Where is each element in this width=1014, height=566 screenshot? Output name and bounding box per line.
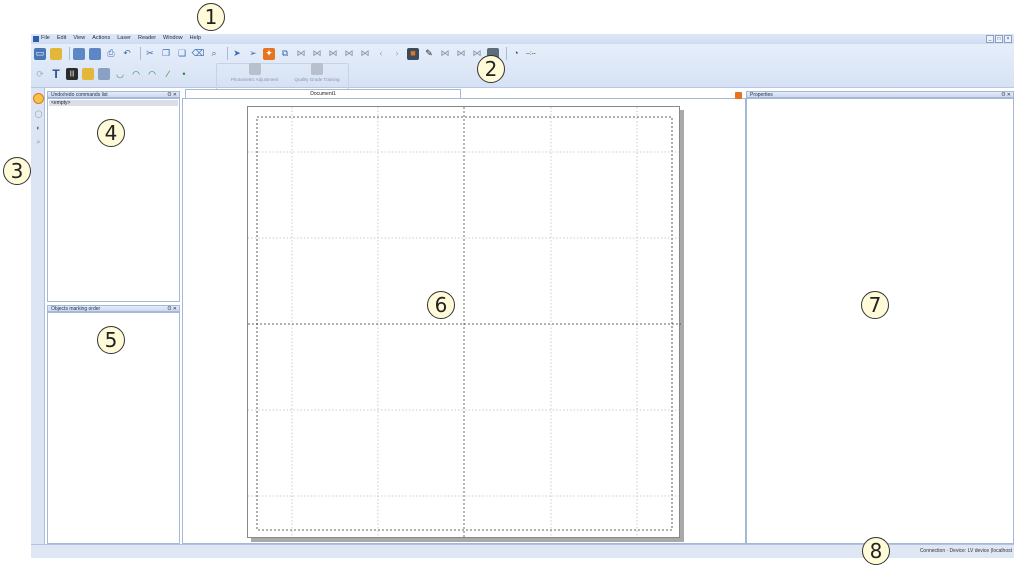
photometric-adjustment-button[interactable]: Photometric Adjustment (222, 63, 287, 87)
properties-panel-header: Properties ʘ ✕ (746, 91, 1014, 98)
callout-8: 8 (862, 537, 890, 565)
toolbar-separator (227, 47, 228, 60)
grid-lines (248, 107, 681, 539)
send-icon[interactable]: ➤ (231, 48, 243, 60)
arc-icon[interactable]: ◡ (114, 68, 126, 80)
callout-1: 1 (197, 3, 225, 31)
print-icon[interactable]: ⎙ (105, 48, 117, 60)
callout-5: 5 (97, 326, 125, 354)
arrange-icon[interactable]: ⋈ (439, 48, 451, 60)
maximize-button[interactable]: □ (995, 35, 1003, 43)
status-text: Connection · Device: LV device (localhos… (919, 548, 1012, 554)
new-icon[interactable]: ▭ (34, 47, 46, 60)
callout-6: 6 (427, 291, 455, 319)
marking-icon[interactable]: ■ (407, 47, 419, 60)
save-as-icon[interactable] (89, 47, 101, 60)
shield-icon[interactable]: ◐ (34, 124, 43, 133)
delete-icon[interactable]: ⌫ (192, 48, 205, 60)
line-icon[interactable]: ∕ (162, 68, 174, 80)
circle-text-icon[interactable]: ◠ (130, 68, 142, 80)
close-window-button[interactable]: × (1004, 35, 1012, 43)
prev-icon[interactable]: ‹ (375, 48, 387, 60)
callout-4: 4 (97, 119, 125, 147)
scale-icon[interactable]: ⋈ (343, 48, 355, 60)
photometric-icon (248, 63, 261, 75)
properties-panel (746, 98, 1014, 544)
zoom-icon[interactable]: ⌕ (34, 138, 43, 147)
flip-icon[interactable]: ⋈ (311, 48, 323, 60)
image-icon[interactable] (82, 68, 94, 80)
callout-3: 3 (3, 157, 31, 185)
menu-window[interactable]: Window (163, 35, 183, 41)
select-icon[interactable] (33, 93, 44, 104)
mirror-icon[interactable]: ⋈ (295, 48, 307, 60)
barcode-icon[interactable]: ||| (66, 68, 78, 80)
menu-items: File Edit View Actions Laser Reader Wind… (41, 35, 208, 41)
forward-icon[interactable]: ➢ (247, 48, 259, 60)
cut-icon[interactable]: ✂ (144, 48, 156, 60)
copy-icon[interactable]: ❐ (160, 48, 172, 60)
timer-icon[interactable]: ◔ (510, 48, 522, 60)
distribute-icon[interactable]: ⋈ (455, 48, 467, 60)
ellipse-icon[interactable]: ◠ (146, 68, 158, 80)
pen-icon[interactable]: ✎ (423, 48, 435, 60)
toolbar-separator (140, 47, 141, 60)
canvas-page[interactable] (247, 106, 681, 539)
undo-redo-panel-header: Undo/redo commands list ʘ ✕ (47, 91, 180, 98)
laser-icon[interactable]: ✦ (263, 47, 275, 60)
center-lines (248, 107, 681, 539)
next-icon[interactable]: › (391, 48, 403, 60)
toolbar-row-2: ⟳ T ||| ◡ ◠ ◠ ∕ • (34, 68, 194, 80)
paste-icon[interactable]: ❏ (176, 48, 188, 60)
timer-display: --:-- (526, 50, 536, 57)
quality-grade-training-button[interactable]: Quality Grade Training (288, 63, 346, 87)
menu-actions[interactable]: Actions (92, 35, 110, 41)
menu-view[interactable]: View (73, 35, 85, 41)
left-tool-sidebar (31, 88, 45, 544)
point-icon[interactable]: • (178, 68, 190, 80)
undo-icon[interactable]: ↶ (121, 48, 133, 60)
align-icon[interactable]: ⧉ (279, 48, 291, 60)
open-icon[interactable] (50, 47, 62, 60)
quality-grade-icon (311, 63, 323, 75)
callout-2: 2 (477, 55, 505, 83)
save-icon[interactable] (73, 47, 85, 60)
refresh-icon[interactable]: ⟳ (34, 68, 46, 80)
menu-laser[interactable]: Laser (117, 35, 131, 41)
toolbar-separator (69, 47, 70, 60)
marking-order-panel-header: Objects marking order ʘ ✕ (47, 305, 180, 312)
menu-edit[interactable]: Edit (57, 35, 66, 41)
properties-icon[interactable] (735, 92, 742, 99)
app-icon (33, 36, 39, 42)
callout-7: 7 (861, 291, 889, 319)
find-icon[interactable]: ⌕ (208, 48, 220, 60)
toolbar-row-1: ▭ ⎙ ↶ ✂ ❐ ❏ ⌫ ⌕ ➤ ➢ ✦ ⧉ ⋈ ⋈ ⋈ ⋈ ⋈ ‹ › ■ … (34, 47, 536, 60)
printable-area-border (256, 116, 673, 531)
window-controls: _ □ × (985, 35, 1012, 43)
menu-reader[interactable]: Reader (138, 35, 156, 41)
minimize-button[interactable]: _ (986, 35, 994, 43)
quality-grade-label: Quality Grade Training (294, 77, 340, 82)
menu-help[interactable]: Help (190, 35, 201, 41)
dot-matrix-icon[interactable] (98, 68, 110, 80)
canvas-grid (248, 107, 681, 539)
text-icon[interactable]: T (50, 68, 62, 80)
menu-file[interactable]: File (41, 35, 50, 41)
list-item[interactable]: <empty> (49, 100, 178, 106)
toolbar-separator (506, 47, 507, 60)
menu-bar: File Edit View Actions Laser Reader Wind… (31, 34, 1014, 44)
photometric-label: Photometric Adjustment (230, 77, 279, 82)
rotate-icon[interactable]: ⋈ (327, 48, 339, 60)
skew-icon[interactable]: ⋈ (359, 48, 371, 60)
circle-icon[interactable]: ◯ (34, 110, 43, 119)
